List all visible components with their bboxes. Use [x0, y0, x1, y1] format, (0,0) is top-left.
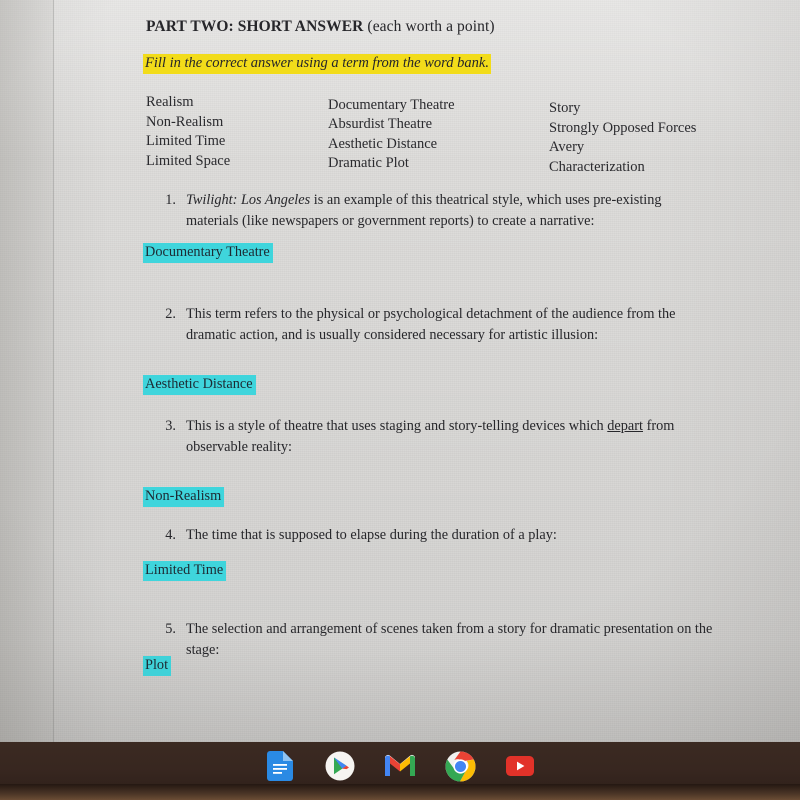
question-5: 5. The selection and arrangement of scen…	[152, 619, 722, 660]
question-text-before: This is a style of theatre that uses sta…	[186, 418, 608, 434]
word-bank-item: Non-Realism	[146, 113, 224, 130]
question-4: 4. The time that is supposed to elapse d…	[152, 525, 697, 546]
word-bank-item: Aesthetic Distance	[328, 135, 438, 152]
answer-5: Plot	[143, 656, 172, 676]
chrome-icon	[444, 750, 476, 782]
word-bank-column-1: Realism Non-Realism Limited Time Limited…	[146, 93, 230, 171]
word-bank-item: Characterization	[549, 158, 645, 175]
word-bank-column-3: Story Strongly Opposed Forces Avery Char…	[549, 99, 696, 177]
youtube-icon	[506, 756, 534, 776]
question-text: Twilight: Los Angeles is an example of t…	[186, 190, 687, 231]
question-title-italic: Twilight: Los Angeles	[186, 192, 311, 208]
taskbar-item-youtube[interactable]	[503, 749, 537, 783]
taskbar-item-play-store[interactable]	[323, 749, 357, 783]
word-bank-item: Absurdist Theatre	[328, 116, 433, 133]
page-title-rest: (each worth a point)	[363, 18, 495, 35]
word-bank-item: Limited Time	[146, 133, 226, 149]
word-bank-item: Limited Space	[146, 152, 231, 169]
answer-2: Aesthetic Distance	[143, 375, 256, 395]
answer-1: Documentary Theatre	[143, 243, 273, 263]
taskbar-items	[0, 742, 800, 790]
taskbar-item-google-docs[interactable]	[263, 749, 297, 783]
google-docs-icon	[267, 751, 293, 781]
question-text-underlined: depart	[607, 418, 643, 434]
question-1: 1. Twilight: Los Angeles is an example o…	[152, 190, 687, 231]
word-bank-column-2: Documentary Theatre Absurdist Theatre Ae…	[328, 96, 455, 174]
question-number: 2.	[165, 306, 176, 322]
question-2: 2. This term refers to the physical or p…	[152, 304, 697, 345]
question-number: 3.	[165, 418, 176, 434]
word-bank-item: Avery	[549, 139, 585, 155]
question-number: 4.	[165, 527, 176, 543]
word-bank-item: Story	[549, 100, 581, 116]
page-title-bold: PART TWO: SHORT ANSWER	[146, 18, 364, 35]
question-text: The selection and arrangement of scenes …	[186, 621, 713, 658]
question-3: 3. This is a style of theatre that uses …	[152, 416, 692, 457]
gmail-icon	[385, 754, 415, 776]
play-store-icon	[325, 751, 355, 781]
word-bank-item: Documentary Theatre	[328, 97, 455, 113]
screenshot-root: PART TWO: SHORT ANSWER (each worth a poi…	[0, 0, 800, 800]
instruction-line: Fill in the correct answer using a term …	[143, 54, 491, 74]
taskbar	[0, 742, 800, 790]
question-number: 5.	[165, 621, 176, 637]
device-bezel	[0, 784, 800, 800]
document-content: PART TWO: SHORT ANSWER (each worth a poi…	[0, 0, 800, 742]
question-number: 1.	[165, 192, 176, 208]
answer-4: Limited Time	[143, 561, 227, 581]
word-bank-item: Dramatic Plot	[328, 155, 409, 172]
page-title: PART TWO: SHORT ANSWER (each worth a poi…	[146, 18, 495, 36]
answer-3: Non-Realism	[143, 487, 225, 507]
word-bank-item: Realism	[146, 94, 194, 110]
taskbar-item-gmail[interactable]	[383, 749, 417, 783]
question-text: This term refers to the physical or psyc…	[186, 306, 676, 343]
taskbar-item-chrome[interactable]	[443, 749, 477, 790]
word-bank-item: Strongly Opposed Forces	[549, 119, 697, 136]
question-text: This is a style of theatre that uses sta…	[186, 416, 692, 457]
question-text: The time that is supposed to elapse duri…	[186, 527, 557, 543]
